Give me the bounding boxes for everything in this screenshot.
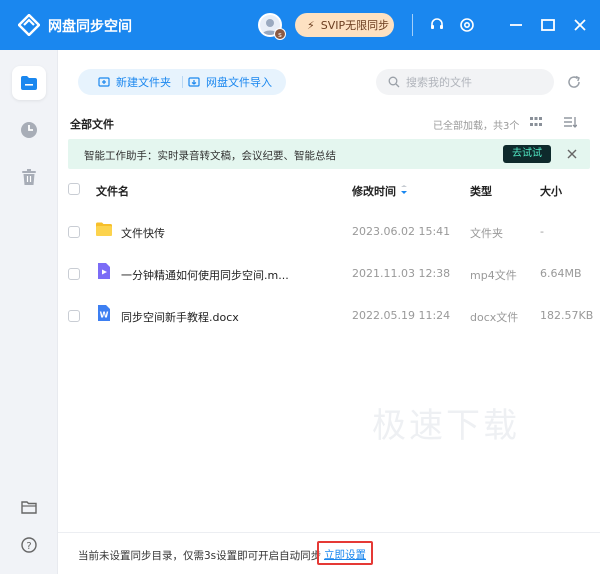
column-header-name[interactable]: 文件名 — [96, 183, 129, 199]
column-header-size[interactable]: 大小 — [540, 183, 562, 199]
file-size: - — [540, 225, 544, 238]
banner-text: 智能工作助手：实时录音转文稿，会议纪要、智能总结 — [84, 150, 336, 162]
help-icon: ? — [21, 537, 37, 553]
sidebar-item-recent[interactable] — [12, 113, 46, 147]
banner-close-icon[interactable] — [565, 147, 579, 161]
file-name: 同步空间新手教程.docx — [121, 311, 239, 324]
setup-now-link[interactable]: 立即设置 — [324, 547, 366, 562]
sync-setup-footer: 当前未设置同步目录，仅需3s设置即可开启自动同步 立即设置 — [58, 532, 600, 574]
table-row[interactable]: 文件快传 2023.06.02 15:41 文件夹 - — [58, 211, 600, 253]
column-header-modified[interactable]: 修改时间 — [352, 183, 396, 199]
close-icon[interactable] — [571, 16, 589, 34]
table-row[interactable]: W 同步空间新手教程.docx 2022.05.19 11:24 docx文件 … — [58, 295, 600, 337]
sidebar: ? — [0, 50, 58, 574]
search-icon — [388, 76, 400, 88]
grid-view-icon[interactable] — [529, 115, 543, 129]
sidebar-item-open-folder[interactable] — [12, 490, 46, 524]
search-input[interactable] — [406, 75, 546, 89]
select-all-checkbox[interactable] — [68, 183, 80, 195]
settings-icon[interactable] — [458, 16, 476, 34]
file-type: 文件夹 — [470, 227, 503, 240]
refresh-icon[interactable] — [566, 74, 582, 90]
svip-button-label: SVIP无限同步 — [320, 19, 390, 32]
row-checkbox[interactable] — [68, 310, 80, 322]
file-size: 6.64MB — [540, 267, 582, 280]
watermark: 极速下载 — [372, 406, 520, 446]
svip-button[interactable]: ⚡ SVIP无限同步 — [295, 13, 394, 37]
row-checkbox[interactable] — [68, 268, 80, 280]
import-from-cloud-button[interactable]: 网盘文件导入 — [188, 69, 272, 95]
file-table-header: 文件名 修改时间 类型 大小 — [58, 178, 600, 202]
app-title: 网盘同步空间 — [48, 19, 132, 35]
try-now-button[interactable]: 去试试 — [503, 145, 551, 163]
new-folder-label: 新建文件夹 — [116, 76, 171, 89]
svg-text:?: ? — [26, 541, 31, 552]
app-logo-icon — [18, 14, 40, 36]
folder-icon — [96, 222, 112, 236]
file-type: mp4文件 — [470, 269, 517, 282]
folder-outline-icon — [21, 501, 37, 514]
clock-icon — [21, 122, 37, 138]
new-folder-button[interactable]: 新建文件夹 — [98, 69, 171, 95]
toolbar-divider — [182, 76, 183, 88]
row-checkbox[interactable] — [68, 226, 80, 238]
search-box — [376, 69, 554, 95]
sidebar-item-trash[interactable] — [12, 160, 46, 194]
customer-service-icon[interactable] — [428, 16, 446, 34]
minimize-icon[interactable] — [507, 16, 525, 34]
load-status: 已全部加载，共3个 — [433, 121, 520, 132]
add-folder-icon — [98, 77, 110, 87]
import-label: 网盘文件导入 — [206, 76, 272, 89]
import-icon — [188, 77, 200, 87]
sidebar-item-help[interactable]: ? — [12, 528, 46, 562]
file-modified: 2023.06.02 15:41 — [352, 225, 451, 238]
word-file-icon: W — [98, 305, 110, 321]
trash-icon — [22, 169, 36, 185]
sort-arrow-icon — [401, 185, 407, 194]
sidebar-item-files[interactable] — [12, 66, 46, 100]
file-modified: 2021.11.03 12:38 — [352, 267, 451, 280]
file-type: docx文件 — [470, 311, 519, 324]
title-bar: 网盘同步空间 s ⚡ SVIP无限同步 — [0, 0, 600, 50]
sort-icon[interactable] — [563, 115, 577, 129]
maximize-icon[interactable] — [539, 16, 557, 34]
file-name: 文件快传 — [121, 227, 165, 240]
column-header-type[interactable]: 类型 — [470, 183, 492, 199]
setup-now-highlight: 立即设置 — [317, 541, 373, 565]
svg-text:W: W — [100, 311, 109, 320]
table-row[interactable]: 一分钟精通如何使用同步空间.m... 2021.11.03 12:38 mp4文… — [58, 253, 600, 295]
video-file-icon — [98, 263, 110, 279]
footer-text: 当前未设置同步目录，仅需3s设置即可开启自动同步 — [78, 550, 322, 562]
file-size: 182.57KB — [540, 309, 594, 322]
file-actions-toolbar: 新建文件夹 网盘文件导入 — [78, 69, 286, 95]
titlebar-divider — [412, 14, 413, 36]
file-modified: 2022.05.19 11:24 — [352, 309, 451, 322]
folder-icon — [21, 76, 37, 90]
svip-level-badge: s — [274, 28, 286, 40]
assistant-promo-banner: 智能工作助手：实时录音转文稿，会议纪要、智能总结 去试试 — [68, 139, 590, 169]
section-title: 全部文件 — [70, 118, 114, 131]
lightning-icon: ⚡ — [307, 18, 315, 32]
file-name: 一分钟精通如何使用同步空间.m... — [121, 269, 289, 282]
